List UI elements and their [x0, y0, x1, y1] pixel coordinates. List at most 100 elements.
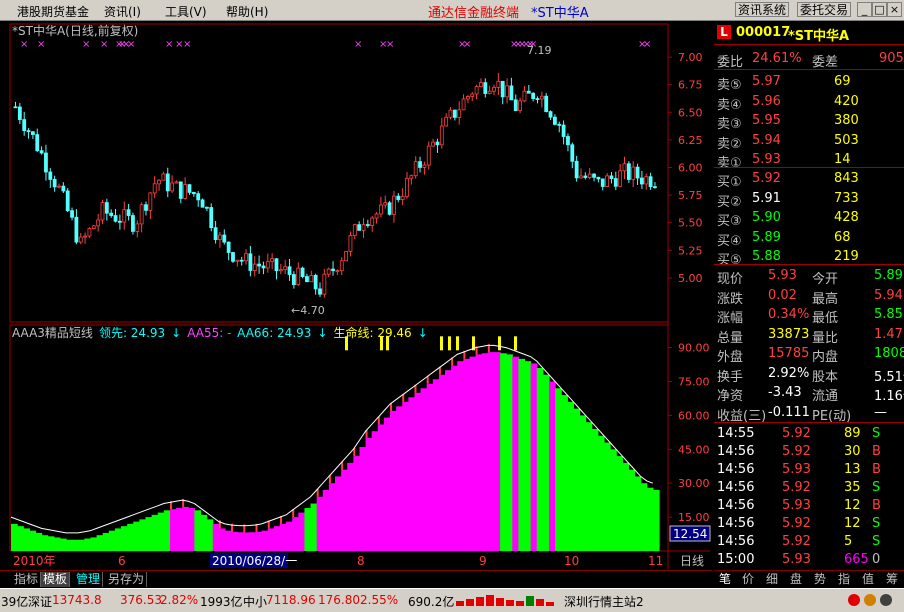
- rtab-xi[interactable]: 细: [766, 572, 778, 587]
- candle-body: [361, 224, 366, 231]
- price-tick-label: 6.25: [678, 134, 703, 147]
- indicator-bar: [182, 506, 189, 551]
- info-system-button[interactable]: 资讯系统: [735, 2, 790, 17]
- tab-template[interactable]: 模板: [41, 572, 71, 587]
- indicator-bar: [390, 410, 397, 551]
- stat-value: 18088: [874, 346, 904, 361]
- zx-value: 7118.96: [266, 593, 316, 607]
- stat-label: 流通: [812, 389, 839, 404]
- divider-1: [714, 69, 904, 70]
- bid-label: 买①: [717, 175, 742, 190]
- menu-hk-futures[interactable]: 港股期货基金: [17, 3, 89, 20]
- indicator-bar: [536, 367, 544, 551]
- stat-value: 33873: [768, 326, 810, 342]
- indicator-bar: [377, 424, 385, 551]
- tab-manage[interactable]: 管理: [74, 572, 104, 587]
- candle-body: [270, 258, 275, 263]
- x-label-aug: 8: [357, 554, 365, 568]
- bid-row: 买① 5.92 843: [714, 170, 904, 190]
- app-title: 通达信金融终端: [428, 6, 520, 21]
- weibi-label: 委比: [717, 55, 744, 70]
- indicator-bar: [487, 352, 495, 551]
- connection-icon: [848, 594, 860, 606]
- rtab-shi[interactable]: 势: [814, 572, 826, 587]
- chart-area[interactable]: 7.00 6.75 6.50 6.25 6.00 5.75 5.50 5.25 5.00 × × ×…: [0, 21, 712, 569]
- candle-body: [35, 134, 40, 152]
- rtab-zhi2[interactable]: 值: [862, 572, 874, 587]
- candle-body: [78, 236, 83, 243]
- candle-body: [104, 202, 109, 214]
- tab-indicator[interactable]: 指标: [12, 572, 42, 587]
- chart-svg[interactable]: 7.00 6.75 6.50 6.25 6.00 5.75 5.50 5.25 5.00 × × ×…: [0, 21, 712, 569]
- stat-value: —: [874, 404, 887, 420]
- rtab-chou[interactable]: 筹: [886, 572, 898, 587]
- signal-mark: ×: [20, 39, 28, 50]
- candle-body: [544, 95, 549, 113]
- menu-info[interactable]: 资讯(I): [104, 3, 141, 20]
- candle-body: [291, 274, 296, 285]
- kchart-title: *ST中华A(日线,前复权): [12, 23, 138, 38]
- indicator-part: AA66: 24.93: [237, 326, 311, 340]
- candle-body: [113, 215, 118, 222]
- server-label[interactable]: 深圳行情主站2: [564, 593, 644, 610]
- alert-icon: [864, 594, 876, 606]
- rtab-pan[interactable]: 盘: [790, 572, 802, 587]
- indicator-bar: [279, 523, 287, 551]
- candle-body: [526, 90, 531, 94]
- stat-label: 股本: [812, 369, 839, 385]
- candle-body: [26, 130, 31, 133]
- candle-body: [622, 163, 627, 172]
- candle-body: [191, 192, 196, 195]
- rtab-bi[interactable]: 笔: [719, 572, 731, 587]
- rtab-zhi[interactable]: 指: [838, 572, 850, 587]
- stat-row: 总量 33873 量比 1.47: [714, 326, 904, 346]
- menu-help[interactable]: 帮助(H): [226, 3, 268, 20]
- trade-button[interactable]: 委托交易: [797, 2, 852, 17]
- candle-body: [505, 85, 509, 98]
- menu-tools[interactable]: 工具(V): [165, 3, 207, 20]
- tick-volume: 665: [844, 552, 869, 567]
- stat-value: 5.85: [874, 307, 903, 322]
- indicator-bar: [121, 526, 128, 551]
- period-label[interactable]: 日线: [680, 554, 704, 568]
- candle-body: [235, 259, 240, 262]
- candle-body: [457, 109, 462, 118]
- indicator-bar: [47, 536, 55, 551]
- tab-save-as[interactable]: 另存为: [106, 572, 148, 587]
- minimize-icon[interactable]: _: [857, 2, 872, 17]
- indicator-bar: [78, 539, 85, 551]
- candle-body: [461, 98, 466, 111]
- candle-body: [152, 183, 157, 194]
- price-tick-label: 5.75: [678, 189, 703, 202]
- indicator-bar: [634, 476, 642, 551]
- indicator-bar: [114, 528, 122, 551]
- candle-body: [409, 175, 414, 179]
- candle-body: [439, 125, 444, 146]
- indicator-bar: [292, 517, 299, 551]
- candle-body: [161, 173, 166, 181]
- close-icon[interactable]: ×: [887, 2, 902, 17]
- candle-body: [387, 202, 392, 215]
- indicator-bar: [59, 538, 67, 551]
- indicator-bar: [432, 379, 440, 551]
- indicator-bar: [255, 531, 263, 551]
- ind-tick-label: 75.00: [678, 376, 710, 389]
- tick-row: 14:56 5.92 30 B: [714, 443, 904, 462]
- tick-price: 5.92: [782, 534, 811, 549]
- ask-label: 卖⑤: [717, 78, 742, 93]
- weibi-row: 委比 24.61% 委差 905: [714, 50, 904, 70]
- candle-body: [244, 253, 248, 262]
- status-bar: 39亿 深证 13743.8 376.53 2.82% 1993亿 中小 711…: [0, 588, 904, 612]
- indicator-bar: [127, 523, 134, 551]
- candle-body: [213, 227, 218, 241]
- candle-body: [335, 270, 340, 273]
- ask-volume: 69: [834, 74, 851, 89]
- indicator-bar: [200, 514, 208, 551]
- indicator-bar: [212, 523, 220, 551]
- maximize-icon[interactable]: □: [872, 2, 887, 17]
- x-label-nov: 11: [648, 554, 663, 568]
- candle-body: [539, 95, 544, 100]
- indicator-bar: [359, 447, 367, 551]
- stat-label: 换手: [717, 369, 744, 385]
- rtab-jia[interactable]: 价: [742, 572, 754, 587]
